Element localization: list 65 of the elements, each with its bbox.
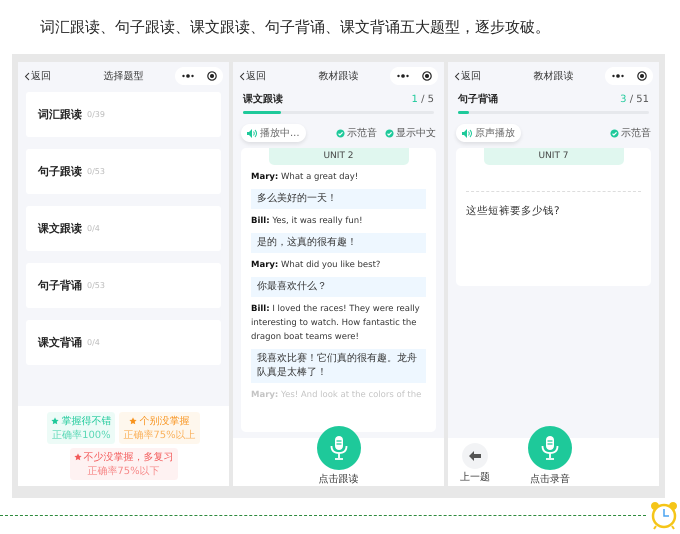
nav-title: 选择题型 bbox=[102, 70, 144, 83]
speaker-icon bbox=[247, 128, 257, 138]
chinese-translation: 我喜欢比赛！它们真的很有趣。龙舟队真是太棒了！ bbox=[251, 349, 426, 383]
toggle-option[interactable]: 示范音 bbox=[610, 126, 651, 140]
page-heading: 词汇跟读、句子跟读、课文跟读、句子背诵、课文背诵五大题型，逐步攻破。 bbox=[39, 17, 551, 38]
toggle-option[interactable]: 示范音 bbox=[336, 126, 377, 140]
microphone-caption: 点击跟读 bbox=[318, 472, 358, 486]
section-title: 句子背诵 bbox=[458, 92, 498, 106]
chevron-left-icon bbox=[239, 72, 245, 80]
capsule-menu[interactable] bbox=[605, 67, 653, 85]
nav-title: 教材跟读 bbox=[318, 70, 360, 83]
play-button[interactable]: 原声播放 bbox=[456, 124, 521, 142]
alarm-clock-icon bbox=[649, 500, 679, 530]
microphone-icon bbox=[330, 436, 348, 460]
back-button[interactable]: 返回 bbox=[454, 69, 502, 83]
speaker-icon bbox=[462, 128, 472, 138]
question-type-card[interactable]: 句子背诵 0/53 bbox=[26, 263, 221, 308]
previous-caption: 上一题 bbox=[460, 470, 490, 484]
chinese-translation: 你最喜欢什么？ bbox=[251, 277, 426, 297]
chevron-left-icon bbox=[454, 72, 460, 80]
english-line: Mary: What did you like best? bbox=[251, 259, 382, 272]
microphone-caption: 点击录音 bbox=[530, 472, 570, 486]
progress-counter: 3 / 51 bbox=[620, 94, 649, 104]
english-line: Bill: I loved the races! They were really interesting to watch. How fantastic the dragon boat teams were! bbox=[251, 303, 421, 344]
legend-note: 正确率75%以下 bbox=[87, 464, 160, 478]
legend-note: 正确率100% bbox=[52, 428, 111, 442]
question-type-card[interactable]: 词汇跟读 0/39 bbox=[26, 92, 221, 137]
back-button[interactable]: 返回 bbox=[239, 69, 287, 83]
check-circle-icon bbox=[336, 128, 345, 138]
close-target-icon[interactable] bbox=[422, 71, 432, 81]
more-icon[interactable] bbox=[182, 74, 194, 78]
sentence-text: 这些短裤要多少钱? bbox=[466, 204, 561, 218]
star-icon bbox=[129, 417, 138, 425]
legend-label: 掌握得不错 bbox=[51, 414, 112, 428]
legend-note: 正确率75%以上 bbox=[123, 428, 196, 442]
check-circle-icon bbox=[385, 128, 394, 138]
capsule-menu[interactable] bbox=[390, 67, 438, 85]
chinese-translation: 是的，这真的很有趣！ bbox=[251, 233, 426, 253]
more-icon[interactable] bbox=[396, 74, 408, 78]
chevron-left-icon bbox=[24, 72, 30, 80]
close-target-icon[interactable] bbox=[636, 71, 646, 81]
chinese-translation: 多么美好的一天！ bbox=[251, 189, 426, 209]
back-button[interactable]: 返回 bbox=[24, 69, 72, 83]
english-line: Mary: What a great day! bbox=[251, 171, 360, 184]
check-circle-icon bbox=[610, 128, 619, 138]
english-line: Mary: Yes! And look at the colors of the bbox=[251, 389, 422, 402]
question-type-card[interactable]: 课文背诵 0/4 bbox=[26, 320, 221, 365]
arrow-left-icon bbox=[469, 451, 481, 461]
star-icon bbox=[51, 417, 60, 425]
star-icon bbox=[74, 453, 82, 461]
toggle-option[interactable]: 显示中文 bbox=[385, 126, 436, 140]
capsule-menu[interactable] bbox=[175, 67, 223, 85]
legend-label: 不少没掌握，多复习 bbox=[74, 450, 174, 464]
more-icon[interactable] bbox=[612, 74, 624, 78]
section-title: 课文跟读 bbox=[243, 92, 283, 106]
progress-counter: 1 / 5 bbox=[412, 94, 434, 104]
legend-label: 个别没掌握 bbox=[129, 414, 190, 428]
play-button[interactable]: 播放中... bbox=[241, 124, 306, 142]
question-type-card[interactable]: 句子跟读 0/53 bbox=[26, 149, 221, 194]
question-type-card[interactable]: 课文跟读 0/4 bbox=[26, 206, 221, 251]
microphone-icon bbox=[541, 436, 559, 460]
english-line: Bill: Yes, it was really fun! bbox=[251, 215, 364, 228]
close-target-icon[interactable] bbox=[206, 71, 216, 81]
previous-button[interactable] bbox=[462, 443, 488, 469]
nav-title: 教材跟读 bbox=[532, 70, 574, 83]
